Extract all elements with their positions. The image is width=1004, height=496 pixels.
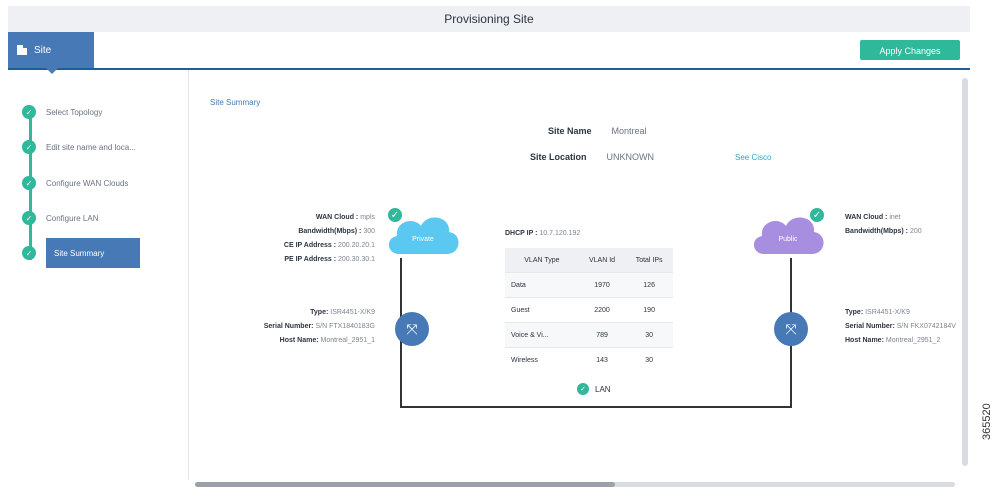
type-label: Type: [310, 309, 329, 316]
lan-bus-line [400, 406, 792, 408]
vertical-scrollbar[interactable] [962, 78, 968, 466]
wan-cloud-value: mpls [360, 214, 375, 221]
page-title: Provisioning Site [8, 6, 970, 32]
public-cloud-label: Public [778, 236, 798, 243]
check-icon: ✓ [22, 211, 36, 225]
router-icon: ⤧ [395, 312, 429, 346]
bandwidth-label: Bandwidth(Mbps) : [298, 228, 362, 235]
step-label: Select Topology [46, 107, 103, 117]
site-tab-label: Site [34, 44, 52, 56]
check-icon: ✓ [808, 206, 826, 224]
step-select-topology[interactable]: ✓ Select Topology [22, 102, 102, 122]
top-toolbar: Site Apply Changes [8, 32, 970, 74]
site-name-row: Site Name Montreal [548, 126, 647, 136]
site-location-label: Site Location [530, 152, 587, 162]
step-site-summary-dot: ✓ [22, 243, 36, 263]
step-label: Site Summary [54, 248, 105, 258]
step-site-summary[interactable]: Site Summary [46, 238, 140, 268]
section-title: Site Summary [210, 98, 261, 107]
wan-cloud-value: inet [889, 214, 901, 221]
see-cisco-link[interactable]: See Cisco [735, 153, 771, 162]
ce-ip-label: CE IP Address : [283, 242, 337, 249]
step-configure-wan[interactable]: ✓ Configure WAN Clouds [22, 173, 128, 193]
page-title-text: Provisioning Site [444, 12, 534, 26]
bandwidth-value: 200 [909, 228, 922, 235]
right-router-info: Type: ISR4451-X/K9 Serial Number: S/N FK… [845, 306, 956, 348]
ce-ip-value: 200.20.20.1 [338, 242, 375, 249]
table-cell: 789 [578, 322, 626, 348]
column-header: VLAN Id [578, 248, 626, 273]
dhcp-label: DHCP IP : [505, 230, 538, 237]
host-label: Host Name: [279, 337, 319, 344]
dhcp-ip: DHCP IP : 10.7.120.192 [505, 230, 580, 237]
lan-label: ✓ LAN [577, 383, 611, 395]
check-icon: ✓ [577, 383, 589, 395]
check-icon: ✓ [22, 246, 36, 260]
apply-changes-button[interactable]: Apply Changes [860, 40, 960, 60]
column-header: VLAN Type [505, 248, 579, 273]
lan-label-text: LAN [595, 384, 611, 394]
table-cell: Voice & Vi... [505, 322, 579, 348]
type-value: ISR4451-X/K9 [330, 309, 375, 316]
table-cell: Guest [505, 297, 579, 323]
bandwidth-value: 300 [363, 228, 375, 235]
host-value: Montreal_2951_2 [885, 337, 941, 344]
table-row: Voice & Vi... 789 30 [505, 322, 673, 348]
steps-sidebar: ✓ Select Topology ✓ Edit site name and l… [8, 70, 189, 480]
building-icon [16, 43, 28, 58]
bandwidth-label: Bandwidth(Mbps) : [845, 228, 908, 235]
step-label: Edit site name and loca... [46, 142, 136, 152]
step-configure-lan[interactable]: ✓ Configure LAN [22, 208, 98, 228]
wan-cloud-label: WAN Cloud : [845, 214, 888, 221]
check-icon: ✓ [22, 176, 36, 190]
table-row: Guest 2200 190 [505, 297, 673, 323]
host-value: Montreal_2951_1 [320, 337, 376, 344]
step-label: Configure WAN Clouds [46, 178, 129, 188]
horizontal-scrollbar[interactable] [195, 482, 955, 487]
left-router-info: Type: ISR4451-X/K9 Serial Number: S/N FT… [264, 306, 375, 348]
check-icon: ✓ [22, 105, 36, 119]
serial-value: S/N FTX1840183G [315, 323, 375, 330]
type-label: Type: [845, 309, 864, 316]
check-icon: ✓ [386, 206, 404, 224]
site-tab[interactable]: Site [8, 32, 94, 74]
check-icon: ✓ [22, 140, 36, 154]
table-cell: Data [505, 272, 579, 298]
step-edit-site[interactable]: ✓ Edit site name and loca... [22, 137, 136, 157]
table-cell: Wireless [505, 347, 579, 372]
site-location-row: Site Location UNKNOWN [530, 152, 654, 162]
column-header: Total IPs [625, 248, 673, 273]
table-cell: 143 [578, 347, 626, 372]
pe-ip-label: PE IP Address : [284, 256, 337, 263]
site-name-label: Site Name [548, 126, 592, 136]
dhcp-value: 10.7.120.192 [539, 230, 581, 237]
table-cell: 2200 [578, 297, 626, 323]
private-cloud-label: Private [412, 236, 434, 243]
serial-label: Serial Number: [263, 323, 314, 330]
serial-label: Serial Number: [845, 323, 895, 330]
type-value: ISR4451-X/K9 [865, 309, 910, 316]
pe-ip-value: 200.30.30.1 [338, 256, 375, 263]
site-location-value: UNKNOWN [606, 152, 655, 162]
table-cell: 30 [625, 347, 673, 372]
step-label: Configure LAN [46, 213, 99, 223]
figure-number: 365520 [981, 403, 993, 440]
table-row: Wireless 143 30 [505, 347, 673, 372]
host-label: Host Name: [845, 337, 884, 344]
router-icon: ⤧ [774, 312, 808, 346]
left-wan-info: WAN Cloud : mpls Bandwidth(Mbps) : 300 C… [284, 211, 375, 267]
table-cell: 190 [625, 297, 673, 323]
site-name-value: Montreal [611, 126, 647, 136]
site-summary-panel: Site Summary Site Name Montreal Site Loca… [190, 70, 960, 480]
right-wan-info: WAN Cloud : inet Bandwidth(Mbps) : 200 [845, 211, 922, 239]
wan-cloud-label: WAN Cloud : [315, 214, 359, 221]
vlan-table: VLAN Type VLAN Id Total IPs Data 1970 12… [505, 248, 673, 372]
serial-value: S/N FKX0742184V [896, 323, 956, 330]
table-header-row: VLAN Type VLAN Id Total IPs [505, 248, 673, 273]
table-cell: 126 [625, 272, 673, 298]
table-cell: 1970 [578, 272, 626, 298]
table-row: Data 1970 126 [505, 272, 673, 298]
table-cell: 30 [625, 322, 673, 348]
